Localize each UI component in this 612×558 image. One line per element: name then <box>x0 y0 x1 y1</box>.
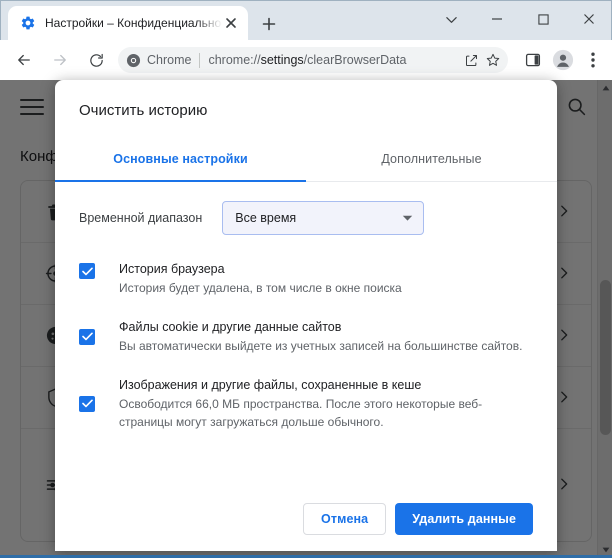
tab-search-chevron-icon[interactable] <box>428 0 474 38</box>
option-description: Вы автоматически выйдете из учетных запи… <box>119 339 523 353</box>
clear-browsing-data-dialog: Очистить историю Основные настройки Допо… <box>55 80 557 551</box>
address-bar[interactable]: Chrome chrome://settings/clearBrowserDat… <box>118 47 508 73</box>
option-cached-images[interactable]: Изображения и другие файлы, сохраненные … <box>79 376 533 431</box>
share-icon[interactable] <box>460 49 482 71</box>
tab-basic[interactable]: Основные настройки <box>55 136 306 182</box>
chevron-down-icon <box>402 209 413 227</box>
tab-advanced[interactable]: Дополнительные <box>306 136 557 181</box>
omnibox-actions <box>460 49 504 71</box>
option-title: Файлы cookie и другие данные сайтов <box>119 320 342 334</box>
chrome-chip-label: Chrome <box>147 53 192 67</box>
cancel-button[interactable]: Отмена <box>303 503 387 535</box>
option-text: Изображения и другие файлы, сохраненные … <box>119 376 533 431</box>
window-controls <box>428 0 612 40</box>
dialog-footer: Отмена Удалить данные <box>55 487 557 551</box>
new-tab-button[interactable] <box>256 11 282 37</box>
browser-tab[interactable]: Настройки – Конфиденциальнос <box>8 6 248 40</box>
option-cookies[interactable]: Файлы cookie и другие данные сайтов Вы а… <box>79 318 533 355</box>
clear-data-button[interactable]: Удалить данные <box>395 503 533 535</box>
profile-avatar[interactable] <box>548 45 578 75</box>
checkbox-browsing-history[interactable] <box>79 263 95 279</box>
dialog-tabs: Основные настройки Дополнительные <box>55 136 557 182</box>
reload-icon[interactable] <box>81 45 111 75</box>
dialog-title: Очистить историю <box>79 102 208 119</box>
chrome-chip: Chrome <box>126 53 191 68</box>
time-range-select[interactable]: Все время <box>222 201 425 235</box>
tab-strip: Настройки – Конфиденциальнос <box>0 0 612 40</box>
time-range-row: Временной диапазон Все время <box>79 201 533 235</box>
chrome-icon <box>126 53 141 67</box>
minimize-icon[interactable] <box>474 0 520 38</box>
option-browsing-history[interactable]: История браузера История будет удалена, … <box>79 260 533 297</box>
time-range-label: Временной диапазон <box>79 211 203 225</box>
back-arrow-icon[interactable] <box>9 45 39 75</box>
option-description: История будет удалена, в том числе в окн… <box>119 281 402 295</box>
omnibox-separator <box>199 52 201 68</box>
option-title: История браузера <box>119 262 225 276</box>
omnibox-url: chrome://settings/clearBrowserData <box>208 53 407 67</box>
time-range-value: Все время <box>235 211 297 225</box>
maximize-icon[interactable] <box>520 0 566 38</box>
data-type-options: История браузера История будет удалена, … <box>79 260 533 452</box>
close-window-icon[interactable] <box>566 0 612 38</box>
checkbox-cookies[interactable] <box>79 328 95 345</box>
browser-toolbar: Chrome chrome://settings/clearBrowserDat… <box>0 40 612 80</box>
checkbox-cached-images[interactable] <box>79 395 95 412</box>
side-panel-icon[interactable] <box>518 45 548 75</box>
browser-window: Настройки – Конфиденциальнос Chrome chro… <box>0 0 612 558</box>
option-text: Файлы cookie и другие данные сайтов Вы а… <box>119 318 522 355</box>
three-dot-menu-icon[interactable] <box>578 45 608 75</box>
settings-gear-icon <box>20 15 36 31</box>
star-icon[interactable] <box>482 49 504 71</box>
tab-title: Настройки – Конфиденциальнос <box>45 16 222 30</box>
option-description: Освободится 66,0 МБ пространства. После … <box>119 397 483 429</box>
close-icon[interactable] <box>222 14 240 32</box>
option-text: История браузера История будет удалена, … <box>119 260 402 297</box>
option-title: Изображения и другие файлы, сохраненные … <box>119 378 422 392</box>
toolbar-right-actions <box>518 45 608 75</box>
forward-arrow-icon <box>45 45 75 75</box>
